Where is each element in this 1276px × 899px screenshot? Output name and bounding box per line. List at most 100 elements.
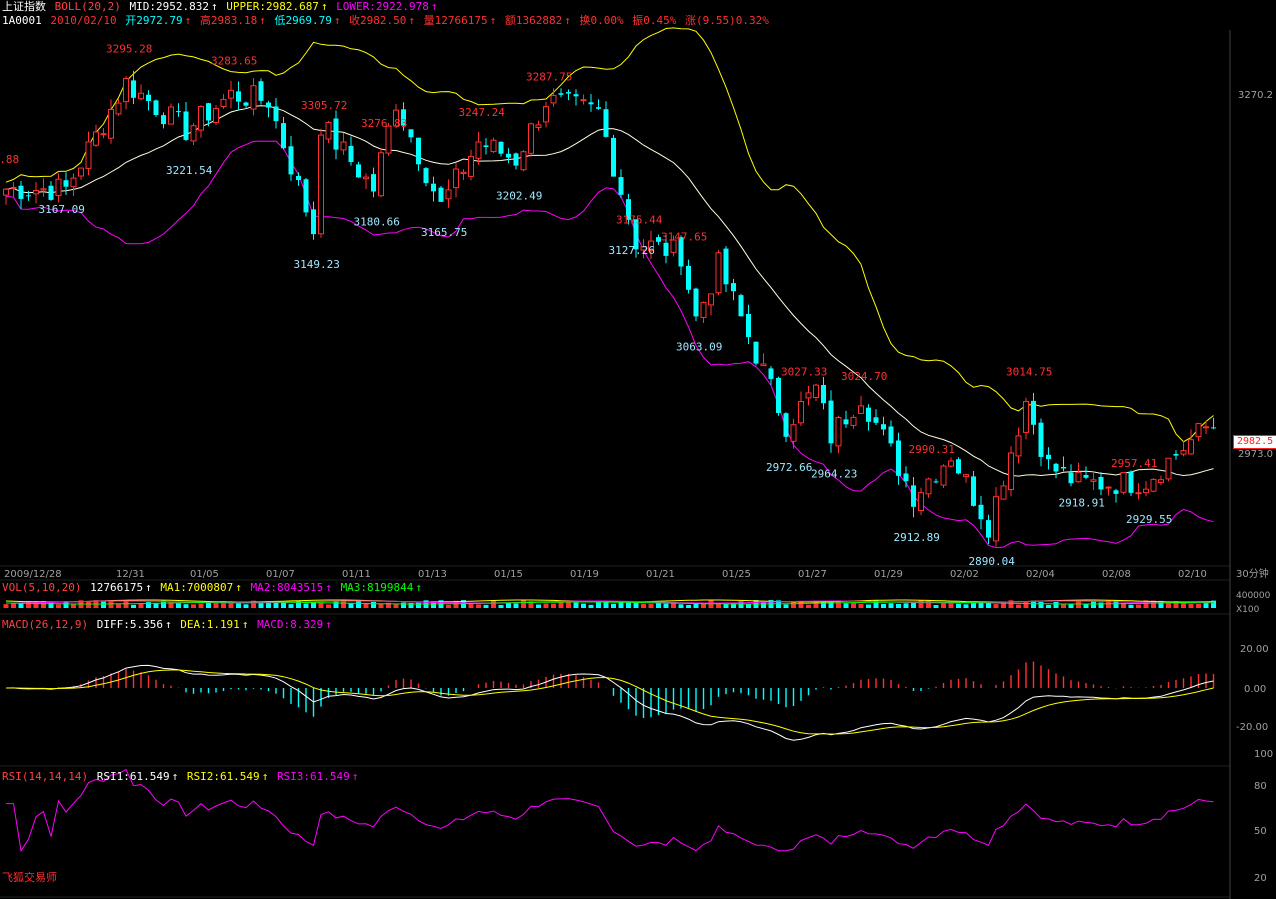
candle-body (228, 89, 234, 99)
volume-bar (686, 604, 691, 608)
macd-diff-line (5, 664, 1214, 741)
volume-bar (828, 601, 834, 608)
volume-bar (618, 602, 624, 608)
candle-body (408, 129, 414, 138)
volume-bar (101, 601, 106, 608)
macd-axis-label: 20.00 (1240, 644, 1269, 655)
candle-body (798, 401, 804, 424)
candle-body (903, 473, 909, 482)
rsi-axis-label: 100 (1254, 749, 1273, 760)
candle-body (356, 164, 361, 178)
candle-body (266, 102, 271, 108)
volume-bar (476, 604, 481, 608)
volume-bar (1083, 604, 1089, 608)
x-tick-label: 12/31 (116, 569, 145, 580)
vol-header: VOL(5,10,20) 12766175 ↑ MA1:7000807 ↑ MA2:… (2, 581, 423, 594)
candle-body (348, 145, 354, 162)
candle-body (993, 496, 999, 542)
candle-body (153, 100, 159, 115)
current-price-badge: 2982.5 (1233, 435, 1276, 449)
candle-body (311, 209, 316, 235)
volume-bar (1203, 602, 1209, 608)
candle-body (281, 123, 286, 149)
candle-body (318, 134, 324, 235)
candle-body (1023, 401, 1029, 433)
candle-body (700, 301, 707, 318)
candle-body (250, 85, 257, 110)
candle-body (70, 177, 77, 188)
candle-body (220, 98, 227, 108)
chart-stage[interactable]: 3295.28 3283.65 3305.72 3276.83 3287.75 3247.… (0, 0, 1276, 899)
rsi1-value: RSI1:61.549 (96, 770, 170, 783)
candle-body (273, 106, 279, 122)
candle-body (258, 81, 264, 101)
volume-bar (798, 601, 804, 608)
x-tick-label: 01/07 (266, 569, 295, 580)
candle-body (303, 179, 309, 213)
volume-bar (821, 601, 826, 608)
candle-body (48, 185, 54, 200)
candle-body (925, 478, 932, 495)
candle-body (176, 111, 181, 113)
boll-upper-value: UPPER:2982.687 (226, 0, 319, 13)
volume-bar (543, 603, 549, 608)
volume-bar (468, 604, 474, 608)
volume-bar (243, 604, 249, 608)
candle-body (588, 102, 594, 105)
boll-upper-line (5, 27, 1214, 443)
x-tick-label: 01/11 (342, 569, 371, 580)
volume-bar (806, 604, 811, 608)
macd-header: MACD(26,12,9) DIFF:5.356 ↑ DEA:1.191 ↑ MAC… (2, 618, 332, 631)
volume-bar (956, 603, 961, 608)
high-price-label: 2957.41 (1111, 457, 1157, 470)
candle-body (821, 385, 826, 404)
candle-body (768, 368, 774, 379)
candle-body (55, 178, 62, 196)
volume-bar (903, 603, 909, 608)
candle-body (1061, 467, 1066, 469)
candle-body (340, 141, 347, 151)
x-tick-label: 01/27 (798, 569, 827, 580)
volume-bar (1128, 604, 1134, 608)
candle-body (535, 124, 542, 129)
price-panel[interactable]: 3295.28 3283.65 3305.72 3276.83 3287.75 3247.… (0, 0, 1276, 899)
info-line: 1A0001 2010/02/10 开2972.79 ↑ 高2983.18 ↑ 低2… (2, 14, 769, 27)
candle-body (918, 492, 924, 512)
volume-bar (551, 603, 556, 608)
candle-body (558, 93, 564, 95)
high-price-label: 3147.65 (661, 231, 707, 244)
candle-body (183, 111, 189, 140)
high-price-label: 31.88 (0, 153, 19, 166)
candle-body (1105, 486, 1112, 489)
x-tick-label: 01/13 (418, 569, 447, 580)
candle-body (1180, 450, 1187, 455)
volume-bar (723, 604, 729, 608)
candle-body (453, 168, 459, 189)
volume-bar (446, 604, 451, 608)
macd-axis-label: 0.00 (1244, 684, 1266, 695)
close-value: 收2982.50 (349, 14, 407, 27)
candle-body (543, 106, 549, 123)
candle-body (813, 384, 819, 399)
candle-body (1128, 471, 1134, 493)
volume-bar (371, 601, 376, 608)
volume-bar (656, 603, 661, 608)
candle-body (723, 248, 729, 285)
x-tick-label: 02/04 (1026, 569, 1055, 580)
candle-body (115, 102, 122, 115)
x-tick-label: 2009/12/28 (4, 569, 62, 580)
high-price-label: 3305.72 (301, 99, 347, 112)
candle-body (986, 520, 991, 538)
boll-indicator-name: BOLL(20,2) (54, 0, 121, 13)
candle-body (1188, 439, 1194, 455)
candle-body (325, 121, 332, 140)
candle-body (1150, 478, 1157, 492)
high-price-label: 2990.31 (909, 443, 955, 456)
candle-body (431, 183, 436, 192)
volume-bar (611, 603, 616, 608)
candle-body (63, 180, 69, 187)
volume-bar (633, 602, 639, 608)
title-line: 上证指数 BOLL(20,2) MID:2952.832 ↑ UPPER:2982… (2, 0, 438, 13)
volume-bar (1166, 603, 1171, 608)
volume-bar (1046, 604, 1051, 608)
